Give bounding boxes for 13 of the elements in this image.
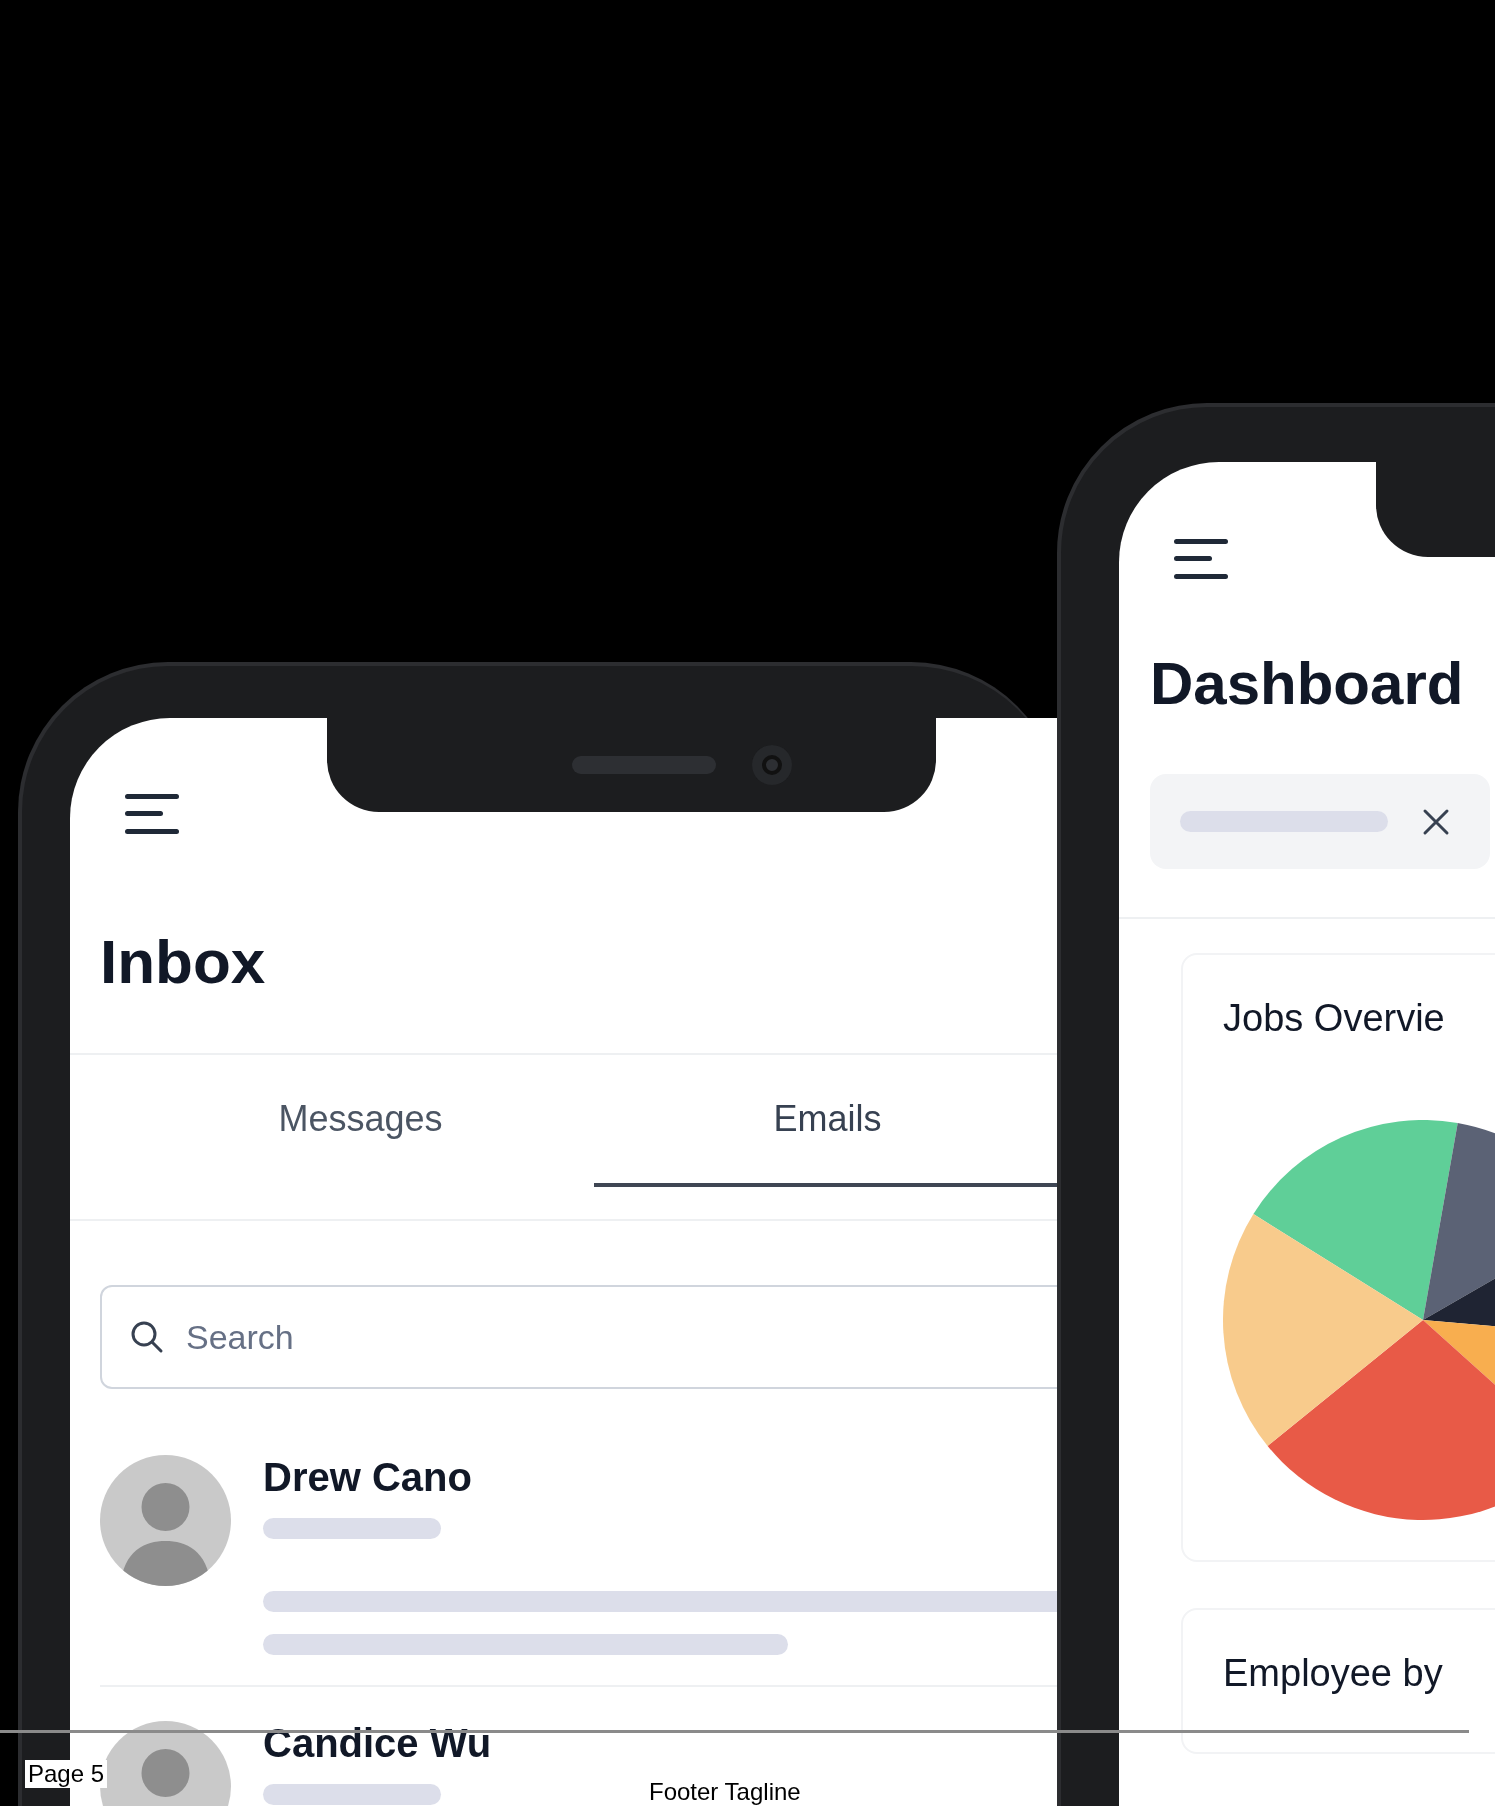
tab[interactable]: Messages — [127, 1055, 594, 1187]
screen-title: Inbox — [100, 926, 267, 997]
footer-tagline: Footer Tagline — [649, 1778, 801, 1806]
menu-icon[interactable] — [125, 794, 179, 834]
camera-icon — [751, 745, 792, 785]
close-icon[interactable] — [1422, 807, 1450, 836]
screen-title: Dashboard — [1150, 649, 1465, 718]
card-title: Employee by — [1223, 1652, 1444, 1695]
card-title: Jobs Overvie — [1223, 997, 1446, 1040]
menu-icon[interactable] — [1174, 539, 1228, 579]
page-number: Page 5 — [25, 1760, 108, 1788]
contact-name: Drew Cano — [263, 1455, 472, 1500]
search-icon — [130, 1320, 164, 1354]
